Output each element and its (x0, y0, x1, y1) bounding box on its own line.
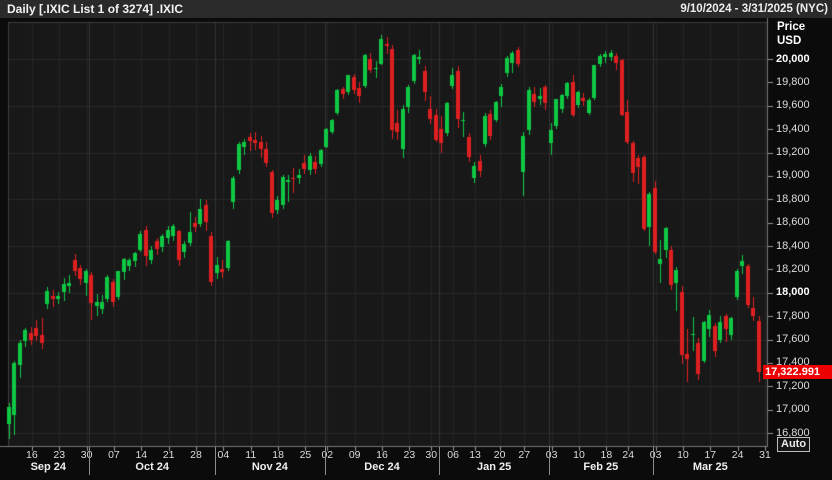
y-axis-title: Price USD (777, 20, 805, 48)
x-axis-tick-label: 10 (567, 449, 591, 461)
x-axis-tick-label: 25 (293, 449, 317, 461)
y-axis-title-price: Price (777, 20, 805, 34)
x-axis-tick-label: 09 (343, 449, 367, 461)
month-separator-mark (215, 447, 216, 475)
y-axis-tick-label: 17,200 (776, 380, 810, 393)
x-axis-month-label: Nov 24 (240, 461, 300, 474)
x-axis-month-label: Oct 24 (122, 461, 182, 474)
x-axis-tick-label: 17 (698, 449, 722, 461)
month-separator-mark (439, 447, 440, 475)
x-axis-tick-label: 28 (184, 449, 208, 461)
x-axis-month-label: Sep 24 (18, 461, 78, 474)
x-axis-month-label: Mar 25 (680, 461, 740, 474)
x-axis-tick-label: 18 (266, 449, 290, 461)
y-axis-tick-label: 19,200 (776, 146, 810, 159)
x-axis-tick-label: 30 (75, 449, 99, 461)
x-axis-tick-label: 18 (594, 449, 618, 461)
date-range-label: 9/10/2024 - 3/31/2025 (NYC) (680, 3, 832, 15)
x-axis-tick-label: 24 (726, 449, 750, 461)
x-axis-tick-label: 23 (47, 449, 71, 461)
x-axis-tick-label: 13 (463, 449, 487, 461)
x-axis-tick-label: 27 (512, 449, 536, 461)
y-axis-tick-label: 19,800 (776, 76, 810, 89)
price-chart-canvas[interactable] (0, 0, 832, 480)
x-axis-month-label: Jan 25 (464, 461, 524, 474)
x-axis-month-label: Feb 25 (571, 461, 631, 474)
y-axis-tick-label: 19,400 (776, 123, 810, 136)
x-axis-tick-label: 24 (616, 449, 640, 461)
x-axis-tick-label: 14 (129, 449, 153, 461)
x-axis-tick-label: 23 (397, 449, 421, 461)
x-axis-month-label: Dec 24 (352, 461, 412, 474)
x-axis-tick-label: 03 (540, 449, 564, 461)
y-axis-tick-label: 18,600 (776, 216, 810, 229)
chart-title-bar: Daily [.IXIC List 1 of 3274] .IXIC 9/10/… (0, 0, 832, 18)
x-axis-tick-label: 21 (157, 449, 181, 461)
month-separator-mark (549, 447, 550, 475)
x-axis-tick-label: 16 (20, 449, 44, 461)
x-axis-tick-label: 16 (370, 449, 394, 461)
x-axis-tick-label: 03 (644, 449, 668, 461)
chart-window: Daily [.IXIC List 1 of 3274] .IXIC 9/10/… (0, 0, 832, 480)
month-separator-mark (653, 447, 654, 475)
y-axis-tick-label: 19,000 (776, 169, 810, 182)
y-axis-tick-label: 19,600 (776, 99, 810, 112)
y-axis-tick-label: 18,400 (776, 240, 810, 253)
y-axis-tick-label: 17,600 (776, 333, 810, 346)
x-axis-tick-label: 11 (239, 449, 263, 461)
y-axis-title-usd: USD (777, 34, 805, 48)
y-axis-tick-label: 17,000 (776, 403, 810, 416)
x-axis-tick-label: 07 (102, 449, 126, 461)
y-axis-tick-label: 18,200 (776, 263, 810, 276)
last-price-flag: 17,322.991 (763, 365, 832, 379)
x-axis-tick-label: 20 (488, 449, 512, 461)
x-axis-tick-label: 02 (315, 449, 339, 461)
x-axis-tick-label: 06 (441, 449, 465, 461)
x-axis-tick-label: 10 (671, 449, 695, 461)
y-axis-tick-label: 18,000 (776, 286, 810, 299)
month-separator-mark (325, 447, 326, 475)
auto-scale-button[interactable]: Auto (777, 437, 810, 452)
x-axis-tick-label: 31 (753, 449, 777, 461)
y-axis-tick-label: 20,000 (776, 53, 810, 66)
y-axis-tick-label: 17,800 (776, 310, 810, 323)
month-separator-mark (89, 447, 90, 475)
chart-title: Daily [.IXIC List 1 of 3274] .IXIC (0, 2, 183, 16)
y-axis-tick-label: 18,800 (776, 193, 810, 206)
